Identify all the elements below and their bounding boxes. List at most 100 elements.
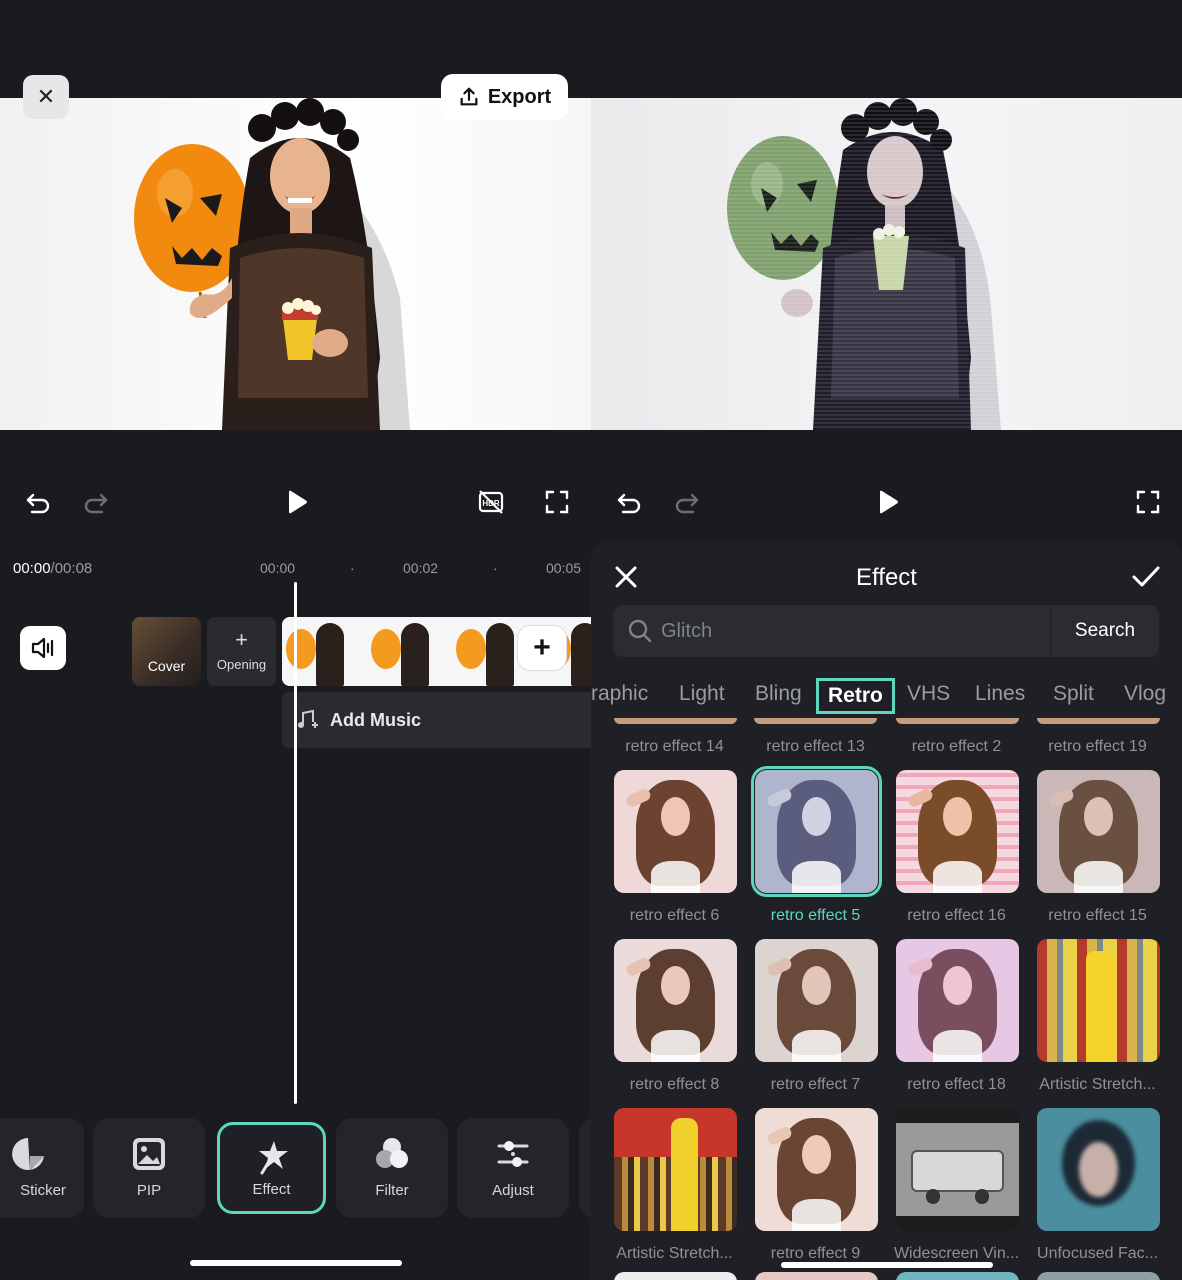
cover-button[interactable]: Cover — [132, 617, 201, 686]
sticker-label: Sticker — [20, 1182, 66, 1199]
effect-thumbnail-artistic-stretch-2[interactable] — [614, 1108, 737, 1231]
undo-button[interactable] — [613, 486, 645, 518]
home-indicator — [190, 1260, 402, 1266]
filter-icon — [376, 1138, 408, 1168]
effect-thumbnail-retro-16[interactable] — [896, 770, 1019, 893]
effect-thumbnail-unfocused-face[interactable] — [1037, 1108, 1160, 1231]
upload-icon — [460, 87, 478, 106]
opening-label: Opening — [216, 657, 267, 672]
effect-thumbnail-retro-8[interactable] — [614, 939, 737, 1062]
effect-thumbnail-retro-6[interactable] — [614, 770, 737, 893]
filter-tool[interactable]: Filter — [336, 1118, 448, 1218]
playhead[interactable] — [294, 582, 297, 1104]
play-icon — [880, 490, 898, 514]
tab-vlog[interactable]: Vlog — [1124, 682, 1166, 706]
effect-thumbnail[interactable] — [896, 1272, 1019, 1280]
sheet-title: Effect — [856, 564, 917, 591]
tab-retro[interactable]: Retro — [816, 678, 895, 714]
tab-vhs[interactable]: VHS — [907, 682, 950, 706]
undo-icon — [617, 493, 641, 514]
effect-thumbnail-retro-15[interactable] — [1037, 770, 1160, 893]
playback-controls: HDR — [0, 470, 591, 534]
video-preview[interactable] — [0, 98, 591, 430]
effect-search-bar: Search — [613, 605, 1159, 657]
tab-light[interactable]: Light — [679, 682, 725, 706]
effect-caption-selected: retro effect 5 — [770, 907, 861, 924]
effect-caption: retro effect 14 — [625, 738, 724, 755]
export-button[interactable]: Export — [441, 74, 568, 120]
effect-caption: retro effect 9 — [770, 1245, 861, 1262]
effect-thumbnail-widescreen-vintage[interactable] — [896, 1108, 1019, 1231]
undo-icon — [26, 493, 50, 514]
more-tool[interactable] — [579, 1118, 591, 1218]
effect-thumbnail-retro-18[interactable] — [896, 939, 1019, 1062]
effect-label: Effect — [252, 1181, 291, 1198]
adjust-label: Adjust — [492, 1182, 534, 1199]
hdr-toggle-button[interactable]: HDR — [475, 486, 507, 518]
close-editor-button[interactable]: ✕ — [23, 75, 69, 119]
adjust-tool[interactable]: Adjust — [457, 1118, 569, 1218]
play-button[interactable] — [280, 486, 312, 518]
effect-thumbnail[interactable] — [1037, 718, 1160, 724]
play-button[interactable] — [871, 486, 903, 518]
redo-icon — [84, 493, 108, 514]
fullscreen-button[interactable] — [541, 486, 573, 518]
add-music-button[interactable]: Add Music — [282, 692, 591, 748]
video-preview-with-effect[interactable] — [591, 98, 1182, 430]
tab-bling[interactable]: Bling — [755, 682, 802, 706]
fullscreen-icon — [1136, 490, 1160, 514]
effect-thumbnail[interactable] — [755, 1272, 878, 1280]
bottom-toolbar: Sticker PIP Effect Filter Adjust — [0, 1118, 591, 1218]
effect-caption: retro effect 8 — [629, 1076, 720, 1093]
effect-thumbnail[interactable] — [754, 718, 877, 724]
sticker-tool[interactable]: Sticker — [0, 1118, 84, 1218]
mute-audio-button[interactable] — [20, 626, 66, 670]
timecode-current: 00:00 — [13, 560, 51, 577]
speaker-icon — [31, 637, 54, 659]
search-button[interactable]: Search — [1051, 620, 1159, 642]
effect-tool[interactable]: Effect — [217, 1122, 326, 1214]
effect-thumbnail-artistic-stretch[interactable] — [1037, 939, 1160, 1062]
playback-controls — [591, 470, 1182, 534]
ruler-tick-label: 00:02 — [403, 560, 439, 576]
effect-thumbnail[interactable] — [614, 718, 737, 724]
pip-label: PIP — [136, 1182, 162, 1199]
tab-graphic[interactable]: raphic — [591, 682, 648, 706]
add-clip-button[interactable]: + — [518, 626, 566, 670]
search-icon — [628, 619, 652, 643]
effect-caption: retro effect 6 — [629, 907, 720, 924]
confirm-button[interactable] — [1130, 562, 1162, 592]
opening-button[interactable]: + Opening — [207, 617, 276, 686]
filter-label: Filter — [375, 1182, 409, 1199]
effect-thumbnail-retro-7[interactable] — [755, 939, 878, 1062]
effect-caption: retro effect 7 — [770, 1076, 861, 1093]
effect-grid: retro effect 14 retro effect 13 retro ef… — [591, 718, 1182, 1280]
effect-caption: Unfocused Fac... — [1037, 1245, 1158, 1262]
plus-icon: + — [533, 631, 551, 664]
redo-button[interactable] — [671, 486, 703, 518]
effect-thumbnail-retro-9[interactable] — [755, 1108, 878, 1231]
timecode: 00:00/00:08 — [13, 560, 92, 577]
preview-image — [591, 98, 1182, 430]
ruler-tick-label: 00:05 — [546, 560, 582, 576]
effect-caption: retro effect 16 — [907, 907, 1006, 924]
redo-button[interactable] — [80, 486, 112, 518]
tab-split[interactable]: Split — [1053, 682, 1094, 706]
fullscreen-button[interactable] — [1132, 486, 1164, 518]
search-input[interactable] — [653, 605, 1050, 657]
music-note-icon — [298, 709, 318, 728]
effect-caption: retro effect 19 — [1048, 738, 1147, 755]
tab-lines[interactable]: Lines — [975, 682, 1025, 706]
effect-thumbnail[interactable] — [1037, 1272, 1160, 1280]
cover-thumbnail — [132, 617, 201, 686]
effect-thumbnail-retro-5[interactable] — [751, 766, 882, 897]
effect-thumbnail[interactable] — [614, 1272, 737, 1280]
sticker-icon — [12, 1138, 44, 1170]
undo-button[interactable] — [22, 486, 54, 518]
editor-panel: ✕ Export HDR 00:00/00:08 00:00 · 00:02 ·… — [0, 0, 591, 1280]
add-music-label: Add Music — [330, 709, 422, 730]
effect-caption: Artistic Stretch... — [1039, 1076, 1156, 1093]
effect-thumbnail[interactable] — [896, 718, 1019, 724]
pip-tool[interactable]: PIP — [93, 1118, 205, 1218]
effect-caption: retro effect 13 — [766, 738, 865, 755]
